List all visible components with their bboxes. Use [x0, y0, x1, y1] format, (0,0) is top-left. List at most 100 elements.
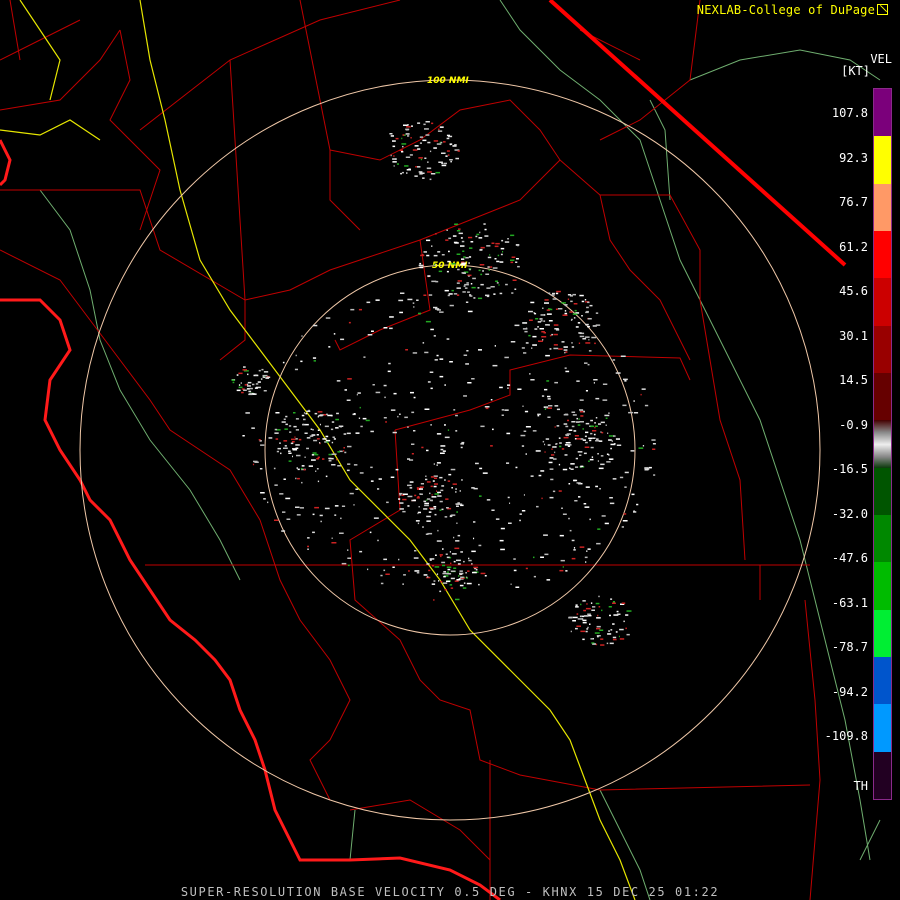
echo-pixel	[449, 159, 453, 161]
echo-pixel	[284, 445, 287, 447]
echo-pixel	[552, 446, 556, 448]
echo-pixel	[602, 399, 608, 401]
echo-pixel	[550, 478, 554, 481]
echo-pixel	[258, 439, 261, 441]
echo-pixel	[549, 348, 552, 350]
echo-pixel	[405, 129, 409, 131]
echo-pixel	[572, 293, 576, 296]
echo-pixel	[429, 492, 431, 495]
echo-pixel	[484, 228, 487, 231]
echo-pixel	[529, 319, 533, 321]
echo-pixel	[588, 437, 593, 440]
echo-pixel	[592, 437, 596, 439]
echo-pixel	[489, 254, 491, 256]
echo-pixel	[425, 475, 427, 477]
echo-pixel	[541, 497, 543, 500]
echo-pixel	[467, 570, 470, 572]
echo-pixel	[449, 584, 453, 586]
echo-pixel	[455, 491, 457, 493]
echo-pixel	[581, 315, 583, 317]
echo-pixel	[566, 433, 571, 435]
echo-pixel	[277, 447, 281, 450]
echo-pixel	[344, 389, 347, 391]
echo-pixel	[347, 549, 349, 551]
echo-pixel	[296, 514, 301, 516]
echo-pixel	[478, 269, 481, 272]
echo-pixel	[587, 548, 591, 550]
echo-pixel	[456, 294, 460, 296]
echo-pixel	[558, 348, 563, 350]
echo-pixel	[545, 438, 550, 440]
echo-pixel	[551, 454, 555, 456]
echo-pixel	[413, 499, 416, 501]
echo-pixel	[510, 341, 516, 343]
echo-pixel	[619, 476, 624, 479]
echo-pixel	[616, 610, 619, 613]
echo-pixel	[554, 451, 556, 454]
echo-pixel	[295, 477, 297, 480]
echo-pixel	[295, 354, 297, 357]
echo-pixel	[242, 369, 247, 371]
echo-pixel	[458, 232, 463, 235]
echo-pixel	[312, 531, 315, 534]
echo-pixel	[528, 334, 531, 337]
echo-pixel	[589, 304, 593, 307]
echo-pixel	[428, 294, 433, 296]
colorbar-segment	[874, 657, 891, 706]
echo-pixel	[433, 140, 439, 142]
echo-pixel	[404, 416, 408, 419]
echo-pixel	[439, 509, 442, 511]
echo-pixel	[375, 299, 380, 301]
echo-pixel	[436, 354, 439, 357]
echo-pixel	[595, 602, 600, 605]
echo-pixel	[347, 564, 350, 567]
echo-pixel	[492, 428, 494, 431]
echo-pixel	[461, 262, 467, 264]
echo-pixel	[409, 481, 414, 483]
echo-pixel	[522, 405, 524, 407]
echo-pixel	[459, 584, 464, 587]
echo-pixel	[612, 359, 616, 361]
echo-pixel	[621, 526, 624, 528]
echo-pixel	[549, 334, 552, 337]
echo-pixel	[275, 412, 280, 414]
echo-pixel	[582, 338, 587, 340]
echo-pixel	[423, 574, 428, 576]
echo-pixel	[396, 163, 399, 165]
echo-pixel	[534, 312, 537, 315]
echo-pixel	[456, 230, 461, 232]
echo-pixel	[507, 496, 510, 499]
echo-pixel	[425, 320, 431, 323]
coastline	[0, 139, 501, 900]
echo-pixel	[405, 156, 411, 158]
highway-line	[0, 0, 636, 900]
colorbar-label: -47.6	[831, 551, 868, 565]
echo-pixel	[577, 322, 581, 324]
echo-pixel	[522, 322, 528, 324]
echo-pixel	[483, 223, 486, 225]
echo-pixel	[303, 469, 306, 471]
echo-pixel	[442, 572, 448, 575]
echo-pixel	[243, 366, 246, 368]
echo-pixel	[533, 575, 536, 578]
echo-pixel	[473, 487, 478, 490]
echo-pixel	[544, 451, 546, 453]
echo-pixel	[274, 519, 279, 521]
echo-pixel	[592, 643, 596, 645]
echo-pixel	[546, 380, 550, 382]
echo-pixel	[346, 432, 351, 435]
echo-pixel	[283, 478, 286, 480]
echo-pixel	[552, 490, 556, 493]
echo-pixel	[453, 536, 455, 539]
echo-pixel	[267, 501, 269, 504]
echo-pixel	[420, 483, 424, 485]
echo-pixel	[324, 507, 330, 510]
echo-pixel	[422, 139, 427, 142]
echo-pixel	[594, 342, 596, 345]
echo-pixel	[491, 509, 495, 511]
echo-pixel	[480, 283, 484, 286]
echo-pixel	[605, 424, 607, 426]
echo-pixel	[437, 491, 441, 494]
echo-pixel	[508, 522, 512, 524]
echo-pixel	[513, 558, 516, 560]
